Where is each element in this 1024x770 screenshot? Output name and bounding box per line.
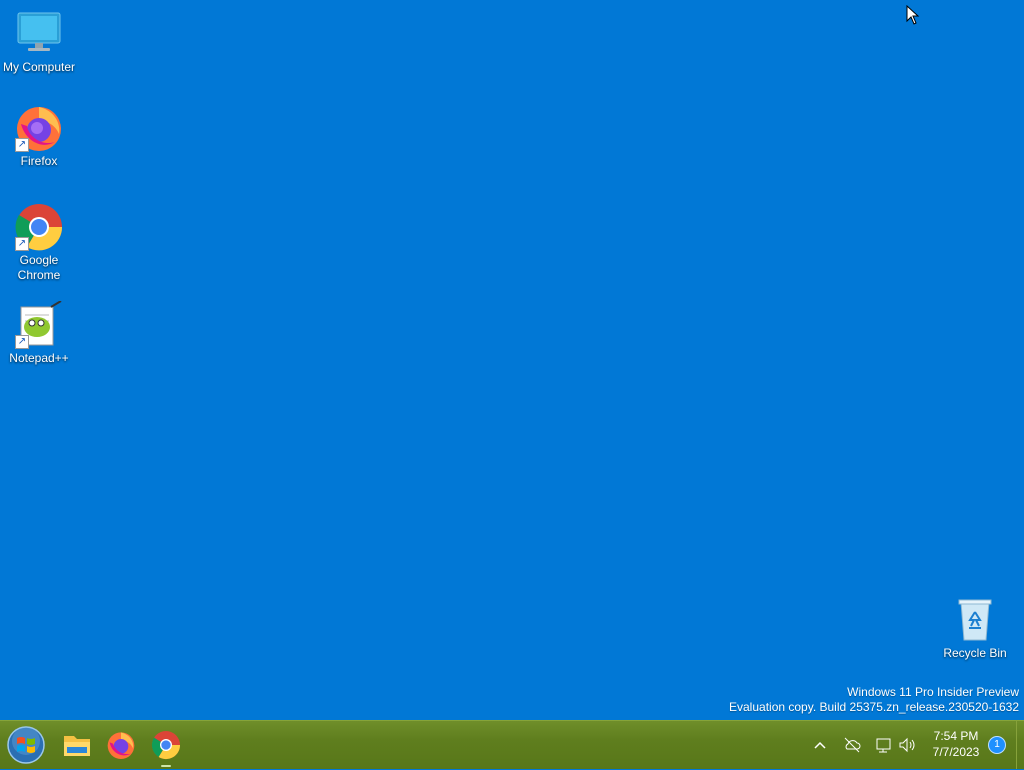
desktop-icon-google-chrome[interactable]: ↗ Google Chrome xyxy=(0,203,78,283)
recycle-bin-icon xyxy=(951,596,999,644)
taskbar-firefox[interactable] xyxy=(105,729,137,761)
windows-start-orb-icon xyxy=(7,726,45,764)
cloud-offline-icon[interactable] xyxy=(842,735,862,755)
watermark-build: Evaluation copy. Build 25375.zn_release.… xyxy=(729,700,1019,714)
chevron-up-icon[interactable] xyxy=(810,735,830,755)
volume-icon[interactable] xyxy=(897,735,917,755)
start-button[interactable] xyxy=(6,725,46,765)
desktop-icon-label: Google Chrome xyxy=(17,253,61,282)
notification-badge[interactable]: 1 xyxy=(988,736,1006,754)
notepadpp-icon: ↗ xyxy=(15,300,63,349)
desktop: My Computer ↗ Firefox ↗ Google Chrome ↗ … xyxy=(0,0,1024,720)
network-icon[interactable] xyxy=(874,735,894,755)
clock-time: 7:54 PM xyxy=(933,729,979,743)
clock-date: 7/7/2023 xyxy=(932,745,980,759)
desktop-icon-label: Firefox xyxy=(20,154,58,168)
monitor-icon xyxy=(15,10,63,58)
shortcut-arrow-icon: ↗ xyxy=(15,237,29,251)
desktop-icon-recycle-bin[interactable]: Recycle Bin xyxy=(936,596,1014,661)
windows-watermark: Windows 11 Pro Insider Preview Evaluatio… xyxy=(729,685,1019,715)
shortcut-arrow-icon: ↗ xyxy=(15,335,29,349)
desktop-icon-label: My Computer xyxy=(2,60,76,74)
desktop-icon-firefox[interactable]: ↗ Firefox xyxy=(0,104,78,169)
taskbar-clock[interactable]: 7:54 PM 7/7/2023 xyxy=(920,728,992,760)
shortcut-arrow-icon: ↗ xyxy=(15,138,29,152)
firefox-icon: ↗ xyxy=(15,104,63,152)
desktop-icon-notepadpp[interactable]: ↗ Notepad++ xyxy=(0,300,78,366)
taskbar-google-chrome[interactable] xyxy=(150,729,182,767)
desktop-icon-my-computer[interactable]: My Computer xyxy=(0,10,78,75)
taskbar-file-explorer[interactable] xyxy=(61,729,93,761)
taskbar: 7:54 PM 7/7/2023 xyxy=(0,720,1024,769)
desktop-icon-label: Notepad++ xyxy=(9,351,69,365)
chrome-icon: ↗ xyxy=(15,203,63,251)
system-tray xyxy=(800,721,924,769)
chrome-icon xyxy=(151,731,181,760)
desktop-icon-label: Recycle Bin xyxy=(943,646,1007,660)
watermark-edition: Windows 11 Pro Insider Preview xyxy=(847,685,1019,699)
mouse-cursor-icon xyxy=(906,5,920,25)
folder-icon xyxy=(64,736,90,756)
firefox-icon xyxy=(107,732,135,759)
show-desktop-button[interactable] xyxy=(1016,721,1024,769)
